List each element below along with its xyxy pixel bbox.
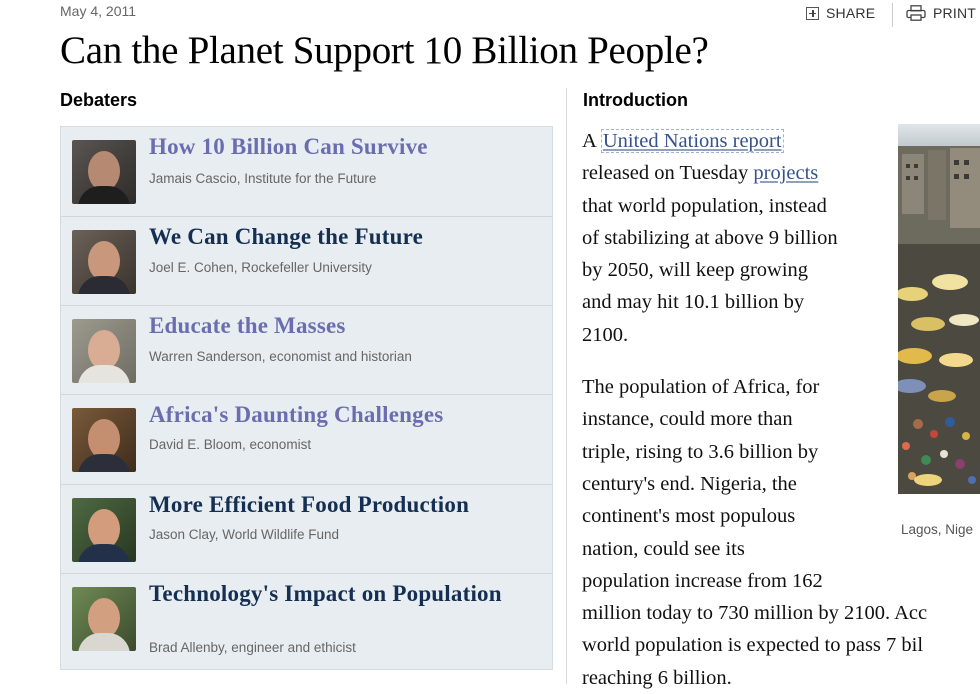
- intro-paragraph: The population of Africa, for instance, …: [582, 371, 927, 694]
- intro-text: and may hit 10.1 billion by: [582, 291, 805, 314]
- debater-title[interactable]: More Efficient Food Production: [149, 493, 549, 517]
- introduction-heading: Introduction: [583, 90, 688, 110]
- debater-photo[interactable]: [72, 319, 136, 383]
- intro-text: continent's most populous: [582, 505, 796, 528]
- photo-caption: Lagos, Nige: [901, 522, 974, 537]
- lagos-market-photo: [898, 124, 980, 494]
- intro-text: reaching 6 billion.: [582, 666, 732, 689]
- intro-text: The population of Africa, for: [582, 376, 820, 399]
- debater-item-clay[interactable]: More Efficient Food Production Jason Cla…: [61, 485, 552, 574]
- debater-item-allenby[interactable]: Technology's Impact on Population Brad A…: [61, 574, 552, 669]
- debater-item-cascio[interactable]: How 10 Billion Can Survive Jamais Cascio…: [61, 127, 552, 217]
- article-date: May 4, 2011: [60, 3, 137, 19]
- debater-photo[interactable]: [72, 140, 136, 204]
- debater-list: How 10 Billion Can Survive Jamais Cascio…: [60, 126, 553, 670]
- debater-title[interactable]: How 10 Billion Can Survive: [149, 135, 549, 159]
- printer-icon: [906, 5, 926, 21]
- intro-paragraph: A United Nations report released on Tues…: [582, 125, 927, 351]
- page-title: Can the Planet Support 10 Billion People…: [60, 29, 709, 72]
- intro-text: nation, could see its: [582, 537, 745, 560]
- intro-body: A United Nations report released on Tues…: [582, 125, 927, 694]
- debater-item-bloom[interactable]: Africa's Daunting Challenges David E. Bl…: [61, 395, 552, 485]
- debater-photo[interactable]: [72, 587, 136, 651]
- intro-text: that world population, instead: [582, 194, 827, 217]
- tools-divider: [892, 3, 893, 27]
- debater-item-sanderson[interactable]: Educate the Masses Warren Sanderson, eco…: [61, 306, 552, 395]
- column-divider: [566, 88, 567, 684]
- debater-title[interactable]: We Can Change the Future: [149, 225, 549, 249]
- intro-text: of stabilizing at above 9 billion: [582, 226, 838, 249]
- debater-author: Jason Clay, World Wildlife Fund: [149, 527, 340, 542]
- intro-text: by 2050, will keep growing: [582, 259, 809, 282]
- print-button[interactable]: PRINT: [906, 5, 976, 21]
- intro-text: million today to 730 million by 2100. Ac…: [582, 602, 928, 625]
- debater-item-cohen[interactable]: We Can Change the Future Joel E. Cohen, …: [61, 217, 552, 306]
- intro-text: instance, could more than: [582, 408, 793, 431]
- share-label: SHARE: [826, 5, 876, 21]
- intro-text: triple, rising to 3.6 billion by: [582, 440, 819, 463]
- debater-author: Brad Allenby, engineer and ethicist: [149, 640, 356, 655]
- un-report-link[interactable]: United Nations report: [600, 129, 784, 153]
- intro-text: 2100.: [582, 323, 629, 346]
- debater-author: David E. Bloom, economist: [149, 437, 312, 452]
- share-icon: [806, 6, 819, 20]
- debater-title[interactable]: Africa's Daunting Challenges: [149, 403, 549, 427]
- debater-title[interactable]: Technology's Impact on Population: [149, 582, 549, 606]
- debater-photo[interactable]: [72, 230, 136, 294]
- intro-text: A: [582, 130, 596, 152]
- debater-author: Jamais Cascio, Institute for the Future: [149, 171, 377, 186]
- projects-link[interactable]: projects: [753, 162, 818, 184]
- debater-author: Joel E. Cohen, Rockefeller University: [149, 260, 372, 275]
- debater-author: Warren Sanderson, economist and historia…: [149, 349, 412, 364]
- debater-title[interactable]: Educate the Masses: [149, 314, 549, 338]
- debaters-heading: Debaters: [60, 90, 138, 110]
- print-label: PRINT: [933, 5, 976, 21]
- debater-photo[interactable]: [72, 408, 136, 472]
- intro-text: century's end. Nigeria, the: [582, 472, 797, 495]
- intro-text: world population is expected to pass 7 b…: [582, 634, 924, 657]
- intro-text: released on Tuesday: [582, 162, 749, 185]
- share-button[interactable]: SHARE: [806, 5, 875, 21]
- intro-text: population increase from 162: [582, 569, 823, 592]
- debater-photo[interactable]: [72, 498, 136, 562]
